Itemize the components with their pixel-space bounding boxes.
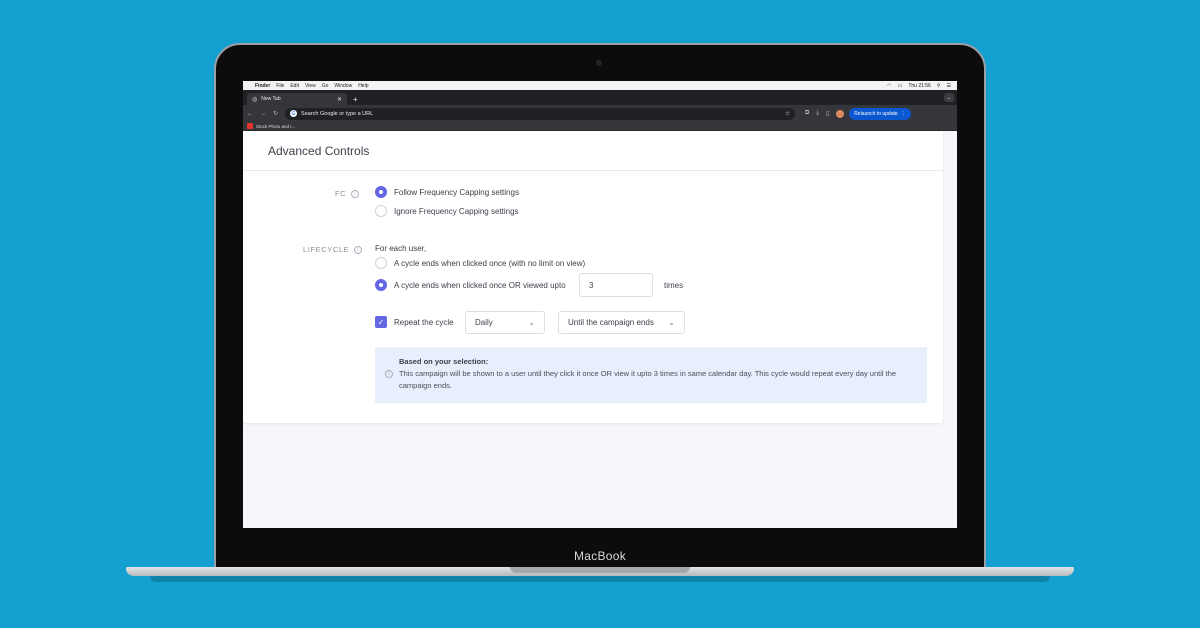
omnibox-placeholder: Search Google or type a URL [301, 110, 374, 117]
laptop-screen: Finder File Edit View Go Window Help ◠ ▭… [243, 81, 957, 528]
fc-option-ignore[interactable]: Ignore Frequency Capping settings [375, 205, 519, 217]
radio-unselected[interactable] [375, 257, 387, 269]
back-icon[interactable]: ← [247, 111, 253, 117]
new-tab-button[interactable]: + [353, 95, 358, 104]
lifecycle-label-text: LIFECYCLE [303, 245, 350, 254]
summary-text: This campaign will be shown to a user un… [399, 369, 897, 390]
page-title: Advanced Controls [268, 143, 370, 158]
radio-selected[interactable] [375, 279, 387, 291]
lifecycle-option-view-label: A cycle ends when clicked once OR viewed… [394, 280, 566, 290]
bookmarks-bar: Stock Photo and I... [243, 122, 957, 131]
fc-option-follow[interactable]: Follow Frequency Capping settings [375, 186, 519, 198]
close-tab-icon[interactable]: ✕ [337, 96, 342, 103]
frequency-value: Daily [475, 318, 493, 327]
bookmark-star-icon[interactable]: ☆ [785, 111, 790, 117]
until-select[interactable]: Until the campaign ends ⌄ [558, 311, 685, 334]
laptop-base-shadow [150, 576, 1050, 582]
summary-heading: Based on your selection: [399, 357, 489, 366]
menu-help[interactable]: Help [358, 83, 368, 89]
browser-toolbar: ← → ↻ G Search Google or type a URL ☆ ⧉ … [243, 105, 957, 122]
bookmark-favicon-icon [247, 123, 253, 129]
battery-icon[interactable]: ▭ [898, 83, 903, 89]
selection-summary-box: i Based on your selection: This campaign… [375, 347, 927, 403]
camera-icon [596, 60, 602, 66]
radio-selected[interactable] [375, 186, 387, 198]
reload-icon[interactable]: ↻ [273, 110, 278, 117]
menu-finder[interactable]: Finder [255, 83, 270, 89]
lifecycle-label: LIFECYCLE i [303, 245, 363, 254]
browser-tab[interactable]: ◎ New Tab ✕ [247, 93, 347, 105]
fc-option-follow-label: Follow Frequency Capping settings [394, 187, 519, 197]
until-value: Until the campaign ends [568, 318, 654, 327]
wifi-icon[interactable]: ◠ [887, 83, 891, 89]
menu-window[interactable]: Window [334, 83, 352, 89]
tab-search-button[interactable]: ⌄ [944, 93, 954, 102]
info-icon[interactable]: i [351, 189, 360, 198]
tab-title: New Tab [261, 96, 281, 102]
profile-avatar[interactable] [836, 109, 845, 118]
menu-go[interactable]: Go [322, 83, 329, 89]
repeat-cycle-checkbox-row[interactable]: ✓ Repeat the cycle [375, 316, 454, 328]
chevron-down-icon: ⌄ [668, 318, 675, 327]
views-count-input[interactable]: 3 [579, 273, 653, 297]
extensions-icon[interactable]: ⧉ [805, 110, 809, 117]
menu-file[interactable]: File [276, 83, 284, 89]
card-header: Advanced Controls [243, 131, 943, 171]
spotlight-icon[interactable]: ⚲ [937, 83, 941, 89]
frequency-select[interactable]: Daily ⌄ [465, 311, 545, 334]
fc-option-ignore-label: Ignore Frequency Capping settings [394, 206, 519, 216]
checkbox-checked-icon[interactable]: ✓ [375, 316, 387, 328]
download-icon[interactable]: ⤓ [816, 110, 819, 117]
chevron-down-icon: ⌄ [528, 318, 535, 327]
page-content: Advanced Controls FC i Follow Frequency … [243, 131, 957, 528]
side-panel-icon[interactable]: ▯ [826, 110, 829, 117]
omnibox[interactable]: G Search Google or type a URL ☆ [285, 107, 796, 120]
menubar-clock[interactable]: Thu 21:56 [908, 83, 931, 89]
lifecycle-option-click-or-view[interactable]: A cycle ends when clicked once OR viewed… [375, 279, 566, 291]
google-icon: G [290, 110, 298, 117]
bookmark-item[interactable]: Stock Photo and I... [256, 124, 295, 129]
info-icon: i [385, 370, 393, 378]
menu-edit[interactable]: Edit [290, 83, 299, 89]
macbook-label: MacBook [573, 549, 627, 563]
views-count-value: 3 [589, 280, 594, 290]
chrome-icon: ◎ [252, 96, 258, 103]
browser-tabstrip: ◎ New Tab ✕ + ⌄ [243, 90, 957, 105]
mac-menubar: Finder File Edit View Go Window Help ◠ ▭… [243, 81, 957, 90]
more-menu-icon: ⋮ [900, 110, 906, 117]
laptop-notch [510, 567, 690, 573]
lifecycle-option-click[interactable]: A cycle ends when clicked once (with no … [375, 257, 585, 269]
relaunch-button[interactable]: Relaunch to update ⋮ [849, 107, 911, 120]
info-icon[interactable]: i [354, 245, 363, 254]
lifecycle-option-click-label: A cycle ends when clicked once (with no … [394, 258, 586, 268]
lifecycle-intro: For each user, [375, 244, 427, 253]
relaunch-label: Relaunch to update [854, 110, 898, 117]
menu-view[interactable]: View [305, 83, 316, 89]
fc-label-text: FC [335, 189, 347, 198]
fc-label: FC i [335, 189, 360, 198]
radio-unselected[interactable] [375, 205, 387, 217]
forward-icon[interactable]: → [260, 111, 266, 117]
control-center-icon[interactable]: ☰ [947, 83, 951, 89]
views-suffix: times [664, 281, 684, 290]
repeat-cycle-label: Repeat the cycle [394, 317, 454, 327]
